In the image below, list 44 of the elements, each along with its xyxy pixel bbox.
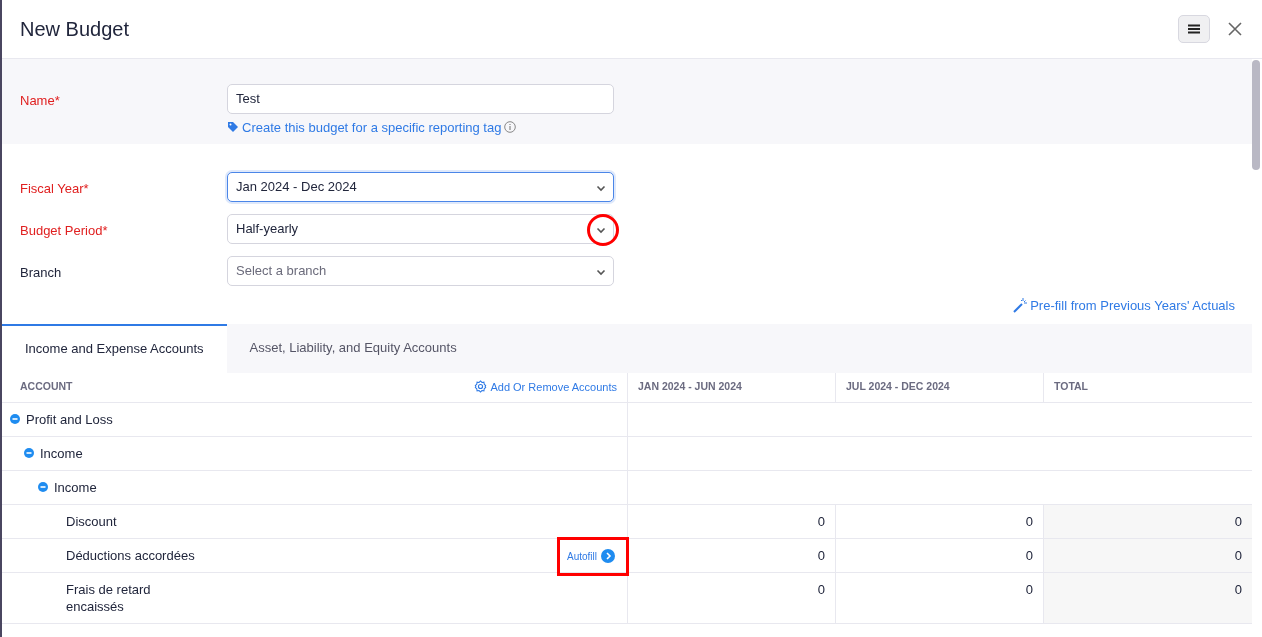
amount-cell: 0 [1043, 504, 1252, 539]
tab[interactable]: Asset, Liability, and Equity Accounts [226, 323, 480, 373]
collapse-icon[interactable] [38, 481, 48, 492]
magic-wand-icon [1012, 296, 1029, 313]
arrow-right-icon [601, 549, 615, 563]
field-label: Branch [20, 263, 63, 282]
reporting-tag-link[interactable]: Create this budget for a specific reporting tag [227, 120, 502, 135]
column-header: JAN 2024 - JUN 2024 [627, 372, 835, 403]
scrollbar-thumb[interactable] [1252, 60, 1260, 170]
account-name: Frais de retard encaissés [66, 580, 152, 615]
close-button[interactable] [1226, 20, 1244, 38]
gear-icon [474, 379, 488, 393]
add-accounts-link[interactable]: Add Or Remove Accounts [474, 378, 617, 396]
field-label: Fiscal Year* [20, 179, 90, 198]
tag-icon [227, 121, 239, 133]
account-name: Profit and Loss [26, 410, 113, 428]
amount-cell: 0 [1043, 572, 1252, 624]
account-name: Déductions accordées [66, 546, 195, 564]
column-header: ACCOUNT [20, 379, 73, 395]
field-label: Name* [20, 92, 61, 110]
account-name: Income [40, 444, 83, 462]
collapse-icon[interactable] [24, 447, 34, 458]
menu-icon [1187, 24, 1201, 34]
dropdown-field[interactable]: Half-yearly [227, 213, 614, 244]
highlight-rectangle [557, 536, 629, 576]
amount-cell[interactable]: 0 [627, 572, 835, 624]
account-name: Discount [66, 512, 117, 530]
input-field[interactable]: Test [227, 84, 614, 114]
collapse-icon[interactable] [10, 413, 20, 424]
autofill-button[interactable]: Autofill [567, 547, 615, 565]
dropdown-field[interactable]: Select a branch [227, 255, 614, 286]
column-header: JUL 2024 - DEC 2024 [835, 372, 1043, 403]
prefill-link[interactable]: Pre-fill from Previous Years' Actuals [1012, 295, 1235, 316]
field-label: Budget Period* [20, 221, 109, 240]
account-name: Income [54, 478, 97, 496]
amount-cell[interactable]: 0 [627, 504, 835, 539]
tab[interactable]: Income and Expense Accounts [2, 323, 227, 373]
amount-cell: 0 [1043, 538, 1252, 573]
highlight-circle [587, 213, 619, 246]
menu-button[interactable] [1178, 15, 1210, 43]
amount-cell[interactable]: 0 [627, 538, 835, 573]
dropdown-field[interactable]: Jan 2024 - Dec 2024 [227, 171, 614, 202]
dialog-title: New Budget [20, 17, 130, 41]
info-icon [504, 120, 517, 135]
